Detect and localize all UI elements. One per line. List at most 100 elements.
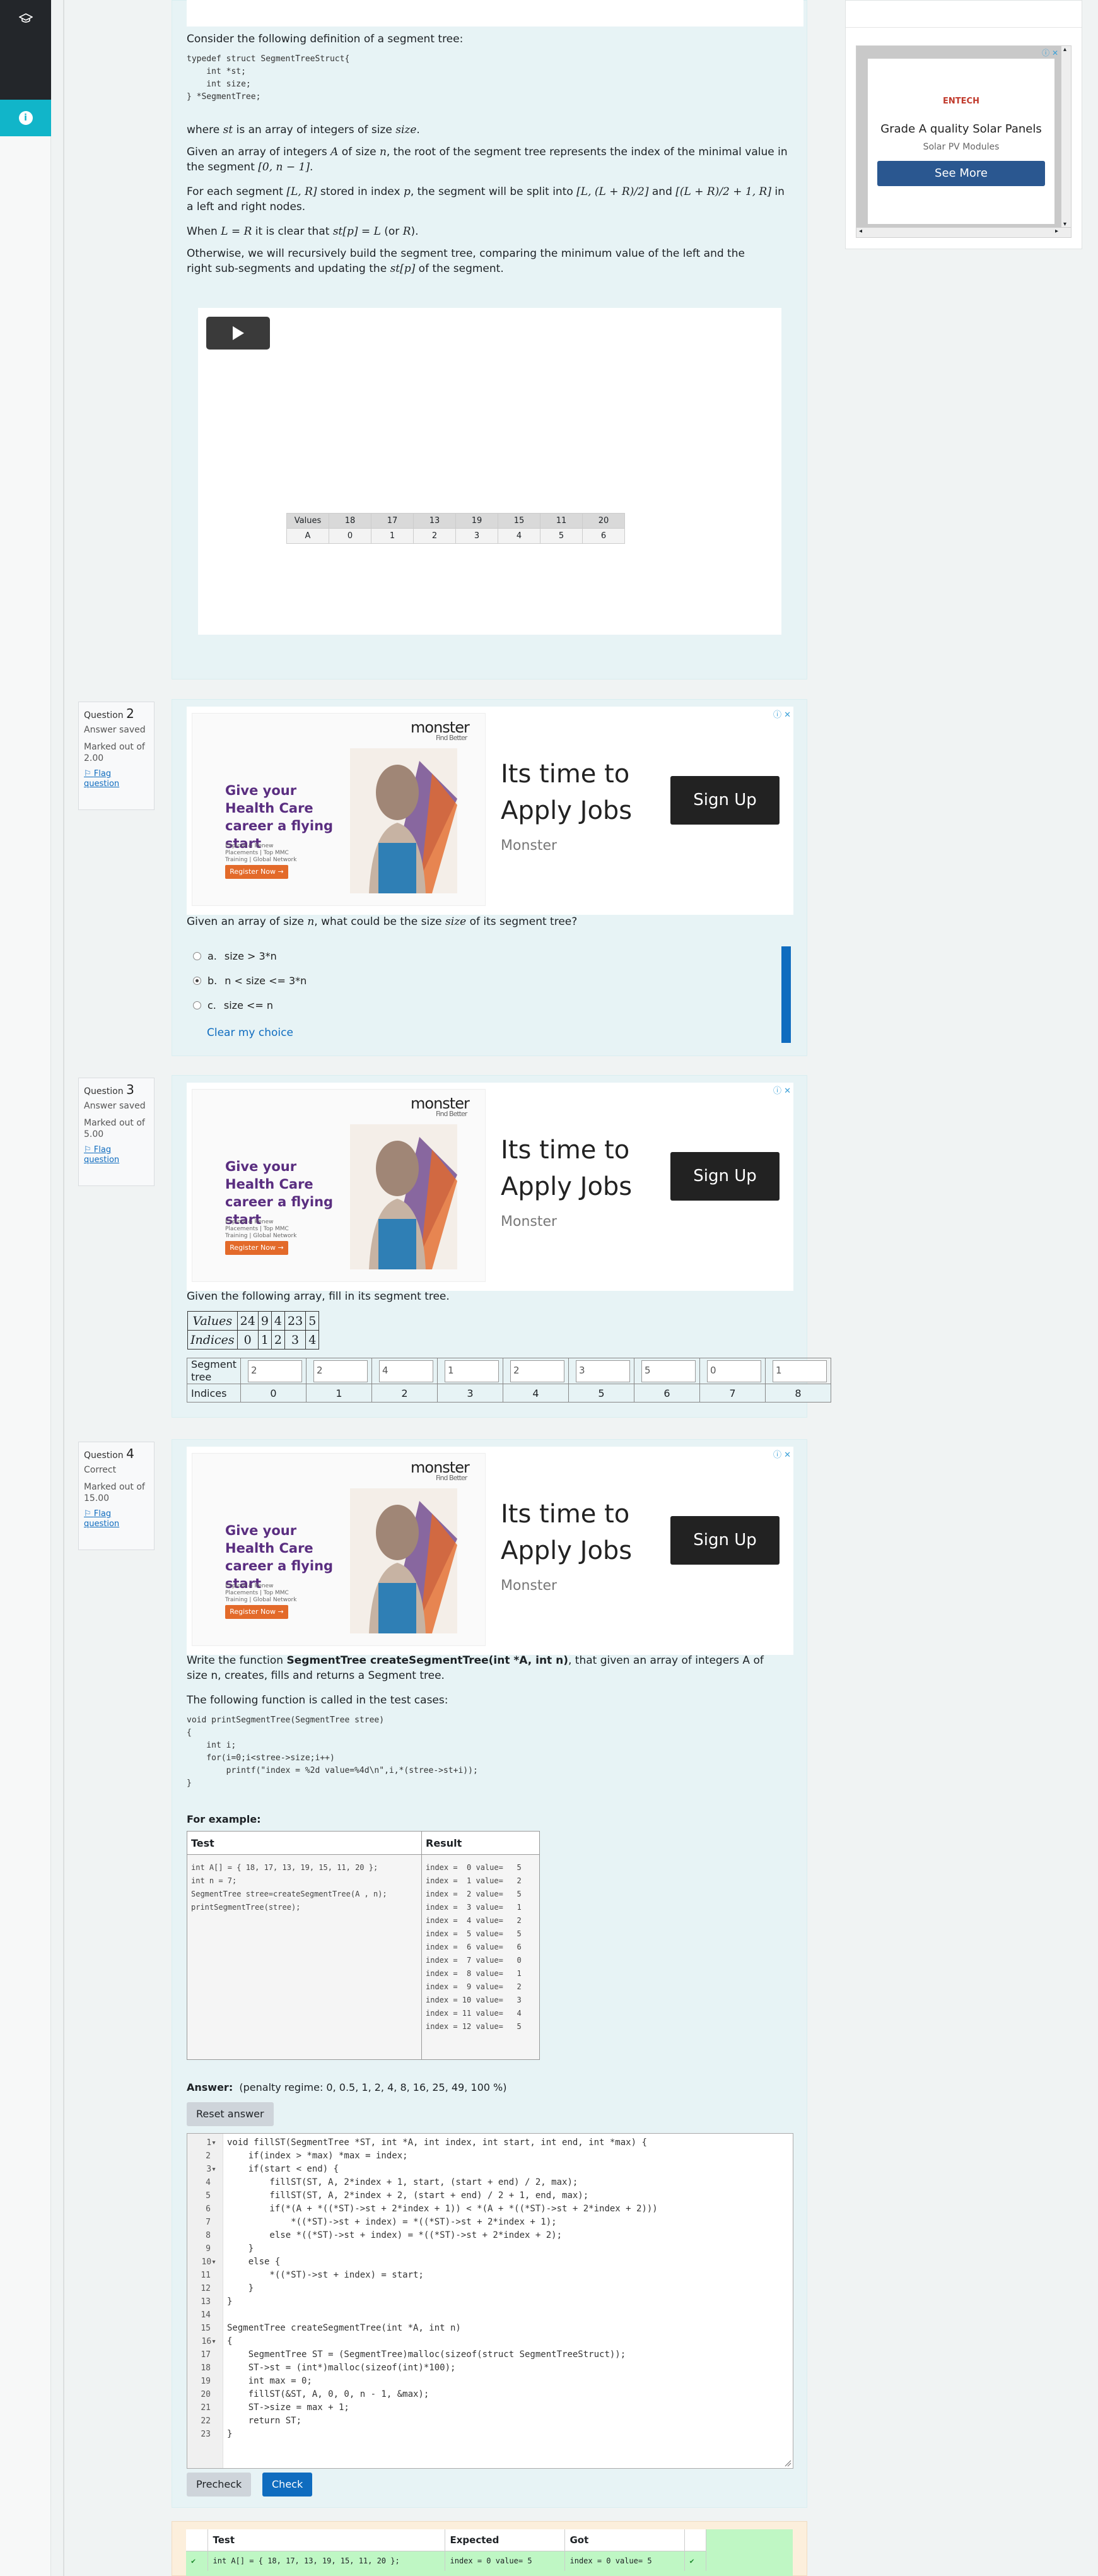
radio-c[interactable] — [193, 1001, 201, 1009]
code-line[interactable]: { — [227, 2335, 232, 2348]
table-cell: 15 — [498, 513, 540, 529]
clear-choice-link[interactable]: Clear my choice — [207, 1026, 293, 1039]
line-number: 9 — [206, 2244, 211, 2254]
q1-struct-code: typedef struct SegmentTreeStruct{ int *s… — [187, 54, 350, 102]
sign-up-button[interactable]: Sign Up — [670, 776, 780, 825]
adchoices-icon[interactable]: ⓘ ✕ — [773, 1448, 791, 1460]
code-line[interactable]: *((*ST)->st + index) = *((*ST)->st + 2*i… — [227, 2216, 556, 2229]
code-line[interactable]: fillST(ST, A, 2*index + 1, start, (start… — [227, 2176, 578, 2189]
segment-input[interactable]: 1 — [773, 1360, 827, 1382]
table-cell: 0 — [237, 1330, 259, 1350]
option-b[interactable]: b. n < size <= 3*n — [193, 975, 307, 987]
table-cell: 24 — [237, 1311, 259, 1331]
flag-question-link[interactable]: ⚐ Flag question — [84, 769, 149, 789]
adchoices-icon[interactable]: ⓘ ✕ — [773, 708, 791, 720]
line-number: 3▾ — [206, 2165, 216, 2174]
code-line[interactable]: fillST(&ST, A, 0, 0, n - 1, &max); — [227, 2388, 429, 2401]
play-button[interactable] — [206, 317, 270, 350]
solar-ad-sub: Solar PV Modules — [923, 142, 1000, 152]
precheck-button[interactable]: Precheck — [187, 2473, 252, 2497]
code-line[interactable]: } — [227, 2282, 254, 2295]
reset-answer-button[interactable]: Reset answer — [187, 2102, 274, 2126]
code-line[interactable]: else { — [227, 2255, 281, 2269]
code-line[interactable]: int max = 0; — [227, 2375, 312, 2388]
see-more-button[interactable]: See More — [877, 161, 1045, 186]
code-line[interactable]: } — [227, 2242, 254, 2255]
table-row: Values 24 9 4 23 5 — [187, 1311, 320, 1331]
q2-prompt: Given an array of size n, what could be … — [187, 915, 578, 928]
check-button[interactable]: Check — [262, 2473, 313, 2497]
solar-ad[interactable]: ⓘ ✕ ENTECH Grade A quality Solar Panels … — [856, 45, 1072, 238]
line-number: 6 — [206, 2204, 211, 2214]
flag-question-link[interactable]: ⚐ Flag question — [84, 1145, 149, 1165]
table-cell: 8 — [765, 1384, 831, 1403]
line-number: 16▾ — [201, 2337, 216, 2346]
code-line[interactable]: SegmentTree ST = (SegmentTree)malloc(siz… — [227, 2348, 626, 2361]
segment-input[interactable]: 2 — [248, 1360, 302, 1382]
segment-input[interactable]: 1 — [445, 1360, 499, 1382]
option-a[interactable]: a. size > 3*n — [193, 950, 277, 962]
code-line[interactable]: } — [227, 2295, 232, 2308]
adchoices-icon[interactable]: ⓘ ✕ — [1042, 47, 1058, 58]
sign-up-button[interactable]: Sign Up — [670, 1152, 780, 1201]
scrollbar-thumb[interactable] — [781, 946, 791, 1043]
monster-ad[interactable]: monster Find Better Give your Health Care… — [187, 707, 793, 915]
register-button: Register Now → — [225, 865, 288, 879]
vertical-scrollbar[interactable]: ▴ ▾ — [1061, 46, 1071, 228]
line-number: 10▾ — [201, 2257, 216, 2267]
question-1-top-box — [187, 0, 803, 26]
horizontal-scrollbar[interactable]: ◂ ▸ — [856, 227, 1071, 237]
segment-input[interactable]: 5 — [641, 1360, 696, 1382]
segment-input[interactable]: 2 — [510, 1360, 564, 1382]
flag-icon: ⚐ — [84, 1509, 94, 1519]
code-line[interactable]: } — [227, 2428, 232, 2441]
table-row: ✔ int A[] = { 18, 17, 13, 19, 15, 11, 20… — [186, 2550, 706, 2571]
flag-question-link[interactable]: ⚐ Flag question — [84, 1509, 149, 1529]
question-status: Answer saved — [84, 725, 146, 735]
table-cell: 0 — [699, 1358, 766, 1384]
video-player[interactable] — [198, 308, 781, 635]
segment-input[interactable]: 2 — [313, 1360, 368, 1382]
scroll-up-icon[interactable]: ▴ — [1063, 46, 1066, 53]
code-line[interactable]: else *((*ST)->st + index) = *((*ST)->st … — [227, 2229, 562, 2242]
adchoices-icon[interactable]: ⓘ ✕ — [773, 1084, 791, 1096]
scroll-right-icon[interactable]: ▸ — [1055, 228, 1058, 235]
scroll-left-icon[interactable]: ◂ — [859, 228, 862, 235]
code-line[interactable]: if(*(A + *((*ST)->st + 2*index + 1)) < *… — [227, 2203, 657, 2216]
table-cell: 2 — [306, 1358, 372, 1384]
segment-input[interactable]: 3 — [576, 1360, 630, 1382]
question-mark: Marked out of 15.00 — [84, 1482, 145, 1503]
line-number: 14 — [201, 2310, 211, 2320]
segment-input[interactable]: 4 — [379, 1360, 433, 1382]
code-line[interactable]: if(index > *max) *max = index; — [227, 2150, 408, 2163]
line-number: 18 — [201, 2363, 211, 2373]
course-home-button[interactable] — [0, 0, 51, 37]
table-header: Test — [187, 1831, 422, 1855]
monster-logo: monster Find Better — [411, 1459, 470, 1482]
code-line[interactable]: ST->st = (int*)malloc(sizeof(int)*100); — [227, 2361, 456, 2375]
monster-ad[interactable]: monster Find Better Give your Health Care… — [187, 1083, 793, 1291]
block-info-button[interactable]: i — [0, 100, 51, 136]
code-line[interactable]: *((*ST)->st + index) = start; — [227, 2269, 423, 2282]
resize-handle-icon[interactable] — [784, 2459, 791, 2467]
radio-a[interactable] — [193, 952, 201, 960]
segment-input[interactable]: 0 — [707, 1360, 761, 1382]
table-cell: 2 — [413, 528, 456, 544]
graduation-cap-icon — [18, 13, 33, 23]
question-3-info: Question 3 Answer saved Marked out of 5.… — [78, 1078, 155, 1186]
radio-b[interactable] — [193, 977, 201, 985]
code-line[interactable]: fillST(ST, A, 2*index + 2, (start + end)… — [227, 2189, 588, 2203]
monster-ad[interactable]: monster Find Better Give your Health Care… — [187, 1447, 793, 1655]
option-c[interactable]: c. size <= n — [193, 999, 273, 1011]
code-line[interactable]: SegmentTree createSegmentTree(int *A, in… — [227, 2322, 461, 2335]
code-editor[interactable]: 1▾ void fillST(SegmentTree *ST, int *A, i… — [187, 2133, 793, 2469]
divider — [63, 0, 64, 2576]
code-line[interactable]: if(start < end) { — [227, 2163, 339, 2176]
table-row: A0123456 — [286, 528, 625, 544]
code-line[interactable]: ST->size = max + 1; — [227, 2401, 349, 2414]
table-cell: Indices — [187, 1330, 238, 1350]
table-row: Test Result — [187, 1831, 540, 1855]
sign-up-button[interactable]: Sign Up — [670, 1516, 780, 1565]
code-line[interactable]: void fillST(SegmentTree *ST, int *A, int… — [227, 2136, 647, 2150]
code-line[interactable]: return ST; — [227, 2414, 301, 2428]
